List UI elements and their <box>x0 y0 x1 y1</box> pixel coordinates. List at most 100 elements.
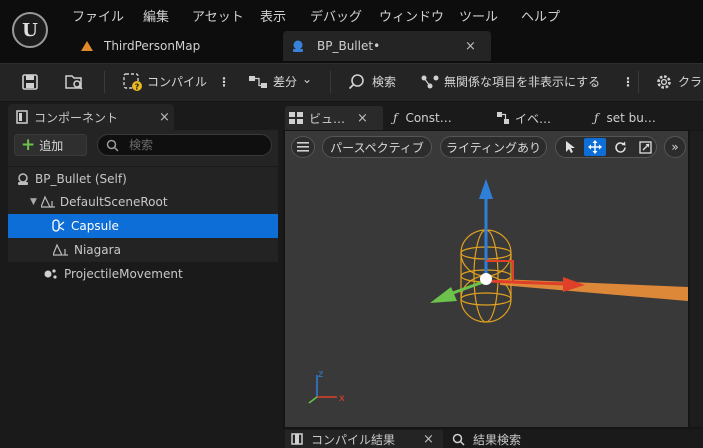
move-icon <box>588 140 602 154</box>
select-tool[interactable] <box>559 138 581 156</box>
gear-icon <box>657 74 671 89</box>
tree-item-capsule[interactable]: Capsule <box>8 214 278 238</box>
tab-results-search[interactable]: 結果検索 <box>452 430 521 448</box>
menu-tools[interactable]: ツール <box>459 6 498 25</box>
plus-icon: + <box>21 134 36 155</box>
close-components-icon[interactable]: × <box>159 110 170 125</box>
compile-button[interactable]: ? コンパイル <box>122 63 207 100</box>
components-search-input[interactable] <box>127 137 271 153</box>
tab-bullet-label: BP_Bullet• <box>317 39 381 53</box>
gizmo-z-arrow <box>479 179 493 199</box>
components-tab[interactable]: コンポーネント × <box>8 104 174 130</box>
tree-item-projectile-movement[interactable]: ProjectileMovement <box>8 262 278 286</box>
components-search[interactable] <box>97 134 272 156</box>
hamburger-menu-icon <box>297 142 309 152</box>
tab-label: Const… <box>405 111 452 125</box>
tab-label: set bu… <box>606 111 656 125</box>
components-icon <box>16 110 28 124</box>
capsule-collision-icon <box>52 219 65 232</box>
grid-icon <box>289 112 303 124</box>
tree-label: DefaultSceneRoot <box>59 195 168 209</box>
axis-z-label: z <box>318 369 323 380</box>
expand-arrow-icon[interactable]: ▼ <box>30 197 37 207</box>
viewport[interactable]: z x <box>285 131 688 427</box>
menu-window[interactable]: ウィンドウ <box>379 6 444 25</box>
diff-icon <box>249 75 267 88</box>
menu-debug[interactable]: デバッグ <box>310 6 362 25</box>
viewport-options-button[interactable] <box>291 136 315 158</box>
transform-tools <box>555 136 657 158</box>
close-tab-icon[interactable]: × <box>465 39 476 54</box>
tree-item-bp-bullet-self[interactable]: BP_Bullet (Self) <box>8 167 278 191</box>
gizmo-center <box>480 273 492 285</box>
scene-component-icon <box>40 195 55 208</box>
search-icon <box>348 73 364 89</box>
diff-button[interactable]: 差分 ⌄ <box>248 63 312 100</box>
tab-event-graph[interactable]: イベ… <box>497 106 551 130</box>
niagara-icon <box>53 243 68 256</box>
class-settings-button[interactable]: クラ <box>655 63 702 100</box>
tab-construction-script[interactable]: ƒ Const… <box>393 106 452 130</box>
compile-warning-icon: ? <box>123 72 142 91</box>
overflow-icon: » <box>671 140 679 154</box>
lighting-button[interactable]: ライティングあり <box>440 136 547 158</box>
compile-options-icon[interactable]: ⋮ <box>218 63 230 100</box>
class-settings-label: クラ <box>678 75 703 89</box>
tab-viewport[interactable]: ビュ… × <box>285 106 383 130</box>
menu-asset[interactable]: アセット <box>192 6 244 25</box>
tab-third-person-map[interactable]: ThirdPersonMap <box>80 31 200 61</box>
axis-x-label: x <box>339 393 345 404</box>
hide-unrelated-button[interactable]: 無関係な項目を非表示にする <box>420 63 600 100</box>
translate-tool[interactable] <box>584 138 606 156</box>
viewport-scene: z x <box>308 179 688 404</box>
results-search-label: 結果検索 <box>473 432 522 447</box>
rotate-icon <box>614 141 626 153</box>
cursor-icon <box>566 140 575 153</box>
hide-unrelated-icon <box>421 75 439 88</box>
scale-tool[interactable] <box>634 138 656 156</box>
rotate-tool[interactable] <box>609 138 631 156</box>
hide-options-icon[interactable]: ⋮ <box>622 63 634 100</box>
svg-text:?: ? <box>135 82 140 91</box>
menu-help[interactable]: ヘルプ <box>521 6 560 25</box>
compile-results-icon <box>291 433 303 445</box>
tree-item-default-scene-root[interactable]: ▼ DefaultSceneRoot <box>8 190 278 214</box>
add-label: 追加 <box>39 138 64 153</box>
movement-component-icon <box>44 269 57 279</box>
function-icon: ƒ <box>594 111 599 125</box>
menu-edit[interactable]: 編集 <box>143 6 169 25</box>
tab-label: イベ… <box>515 111 552 126</box>
actor-icon <box>18 173 28 185</box>
menu-view[interactable]: 表示 <box>260 6 286 25</box>
tab-compile-results[interactable]: コンパイル結果 × <box>285 430 443 448</box>
toolbar-separator <box>638 71 639 93</box>
save-button[interactable] <box>22 63 38 100</box>
viewport-overflow-button[interactable]: » <box>664 136 686 158</box>
close-tab-icon[interactable]: × <box>357 111 368 126</box>
hide-unrelated-label: 無関係な項目を非表示にする <box>444 75 601 89</box>
tab-set-bullet[interactable]: ƒ set bu… <box>594 106 656 130</box>
add-component-button[interactable]: + 追加 <box>14 134 87 156</box>
tab-bp-bullet[interactable]: BP_Bullet• × <box>283 31 491 61</box>
chevron-down-icon: ⌄ <box>302 71 313 86</box>
viewport-side-strip <box>690 131 703 427</box>
function-icon: ƒ <box>393 111 398 125</box>
components-title: コンポーネント <box>34 110 119 125</box>
browse-icon <box>65 74 83 90</box>
find-button[interactable]: 検索 <box>348 63 396 100</box>
level-icon <box>81 41 93 51</box>
scale-icon <box>638 140 652 154</box>
tab-map-label: ThirdPersonMap <box>104 39 201 53</box>
tree-item-niagara[interactable]: Niagara <box>8 238 278 262</box>
close-tab-icon[interactable]: × <box>423 432 434 447</box>
perspective-button[interactable]: パースペクティブ <box>322 136 432 158</box>
save-icon <box>22 73 38 90</box>
toolbar-separator <box>330 71 331 93</box>
compile-results-label: コンパイル結果 <box>311 432 396 447</box>
search-icon <box>106 139 119 152</box>
unreal-logo-icon[interactable]: U <box>12 12 48 48</box>
browse-button[interactable] <box>64 63 84 100</box>
toolbar-separator <box>104 71 105 93</box>
tree-label: Capsule <box>71 219 119 233</box>
menu-file[interactable]: ファイル <box>72 6 124 25</box>
